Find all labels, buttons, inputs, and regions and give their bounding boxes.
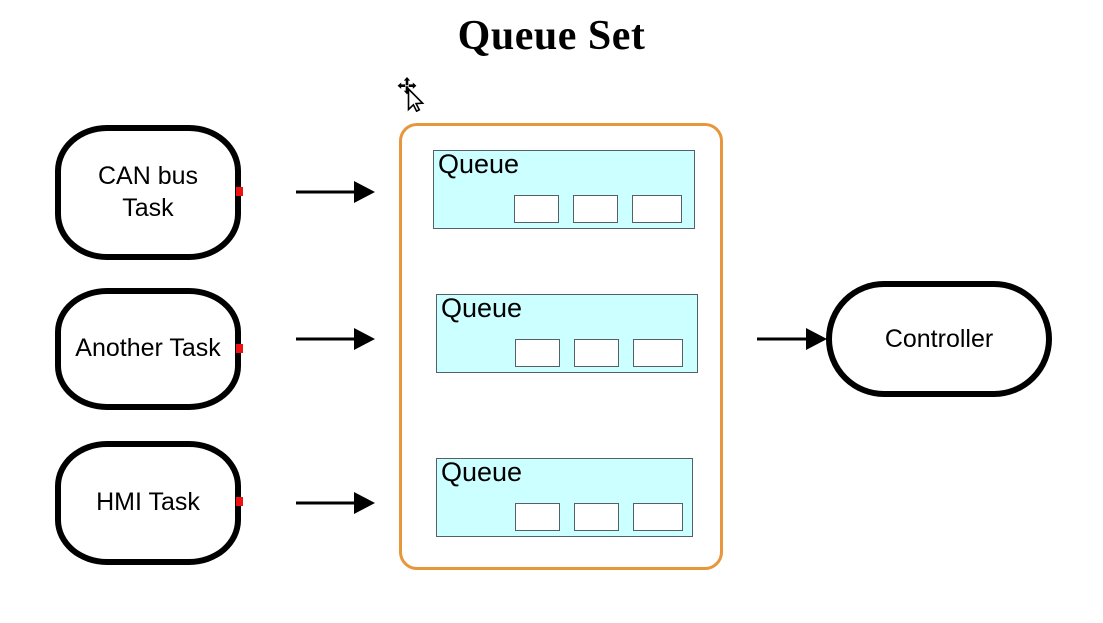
queue-label: Queue bbox=[438, 149, 520, 179]
connector-dot-another bbox=[236, 344, 243, 353]
diagram-canvas: Queue Set CAN bus Task Another Task HMI … bbox=[0, 0, 1103, 623]
queue-slot[interactable] bbox=[515, 503, 560, 531]
arrow-shaft bbox=[296, 501, 356, 505]
queue-slot[interactable] bbox=[574, 339, 619, 367]
arrow-head bbox=[806, 328, 827, 350]
task-label: Another Task bbox=[75, 334, 221, 363]
move-cursor bbox=[395, 76, 429, 113]
arrow-head bbox=[354, 328, 375, 350]
arrow-can-bus-task-to-queue-set bbox=[296, 178, 376, 206]
arrow-head bbox=[354, 181, 375, 203]
arrow-shaft bbox=[757, 337, 809, 341]
task-box-another[interactable]: Another Task bbox=[55, 288, 241, 410]
queue-slot[interactable] bbox=[514, 195, 559, 223]
arrow-queue-set-to-controller bbox=[757, 325, 829, 353]
controller-box[interactable]: Controller bbox=[826, 281, 1052, 397]
task-box-can-bus[interactable]: CAN bus Task bbox=[55, 125, 241, 260]
queue-slot[interactable] bbox=[574, 503, 619, 531]
controller-label: Controller bbox=[884, 324, 994, 353]
queue-box-1[interactable]: Queue bbox=[433, 149, 695, 229]
arrow-shaft bbox=[296, 337, 356, 341]
queue-slot[interactable] bbox=[632, 195, 682, 223]
queue-label: Queue bbox=[441, 293, 523, 323]
task-label: CAN bus Task bbox=[97, 162, 199, 222]
queue-label: Queue bbox=[441, 457, 523, 487]
connector-dot-can-bus bbox=[236, 187, 243, 196]
arrow-another-task-to-queue-set bbox=[296, 325, 376, 353]
connector-dot-hmi bbox=[236, 497, 243, 506]
queue-set-container[interactable]: Queue Queue Queue bbox=[399, 123, 723, 570]
queue-slot[interactable] bbox=[633, 339, 683, 367]
queue-slot[interactable] bbox=[515, 339, 560, 367]
task-label: HMI Task bbox=[96, 488, 200, 517]
queue-box-3[interactable]: Queue bbox=[436, 457, 693, 537]
arrow-head bbox=[354, 492, 375, 514]
queue-box-2[interactable]: Queue bbox=[436, 293, 698, 373]
arrow-hmi-task-to-queue-set bbox=[296, 489, 376, 517]
arrow-shaft bbox=[296, 190, 356, 194]
task-box-hmi[interactable]: HMI Task bbox=[55, 441, 241, 565]
page-title: Queue Set bbox=[457, 13, 646, 59]
queue-slot[interactable] bbox=[633, 503, 683, 531]
queue-slot[interactable] bbox=[573, 195, 618, 223]
